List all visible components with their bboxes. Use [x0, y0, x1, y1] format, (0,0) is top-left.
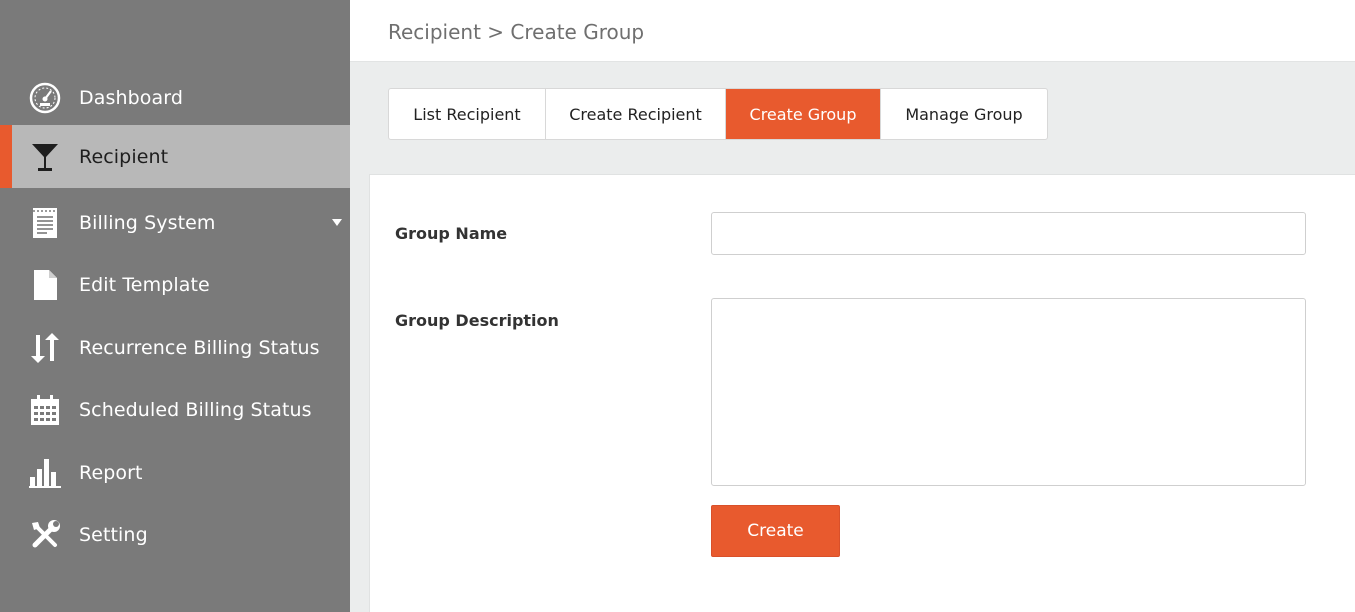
sidebar: Dashboard Recipient Billing System Edit … [0, 0, 350, 612]
tab-manage-group[interactable]: Manage Group [881, 89, 1047, 139]
group-description-label: Group Description [395, 311, 559, 330]
sidebar-item-recipient[interactable]: Recipient [0, 125, 350, 188]
sidebar-item-label: Recurrence Billing Status [79, 336, 320, 359]
group-description-textarea[interactable] [711, 298, 1306, 486]
sidebar-item-report[interactable]: Report [0, 441, 350, 504]
bar-chart-icon [28, 456, 62, 490]
cocktail-glass-icon [28, 140, 62, 174]
sort-arrows-icon [28, 331, 62, 365]
group-name-label: Group Name [395, 224, 508, 243]
group-name-input[interactable] [711, 212, 1306, 255]
sidebar-item-recurrence-billing-status[interactable]: Recurrence Billing Status [0, 316, 350, 379]
tab-bar: List Recipient Create Recipient Create G… [388, 88, 1048, 140]
sidebar-item-scheduled-billing-status[interactable]: Scheduled Billing Status [0, 378, 350, 441]
file-icon [28, 268, 62, 302]
sidebar-item-dashboard[interactable]: Dashboard [0, 66, 350, 129]
sidebar-item-label: Setting [79, 523, 148, 546]
breadcrumb: Recipient > Create Group [388, 20, 645, 44]
sidebar-item-label: Edit Template [79, 273, 210, 296]
document-lines-icon [28, 206, 62, 240]
tab-create-recipient[interactable]: Create Recipient [546, 89, 726, 139]
tab-create-group[interactable]: Create Group [726, 89, 881, 139]
sidebar-item-label: Report [79, 461, 143, 484]
sidebar-item-edit-template[interactable]: Edit Template [0, 253, 350, 316]
tools-icon [28, 518, 62, 552]
create-button[interactable]: Create [711, 505, 840, 557]
sidebar-item-label: Recipient [79, 145, 169, 168]
tab-list-recipient[interactable]: List Recipient [389, 89, 546, 139]
page-header: Recipient > Create Group [350, 0, 1355, 62]
sidebar-item-setting[interactable]: Setting [0, 503, 350, 566]
sidebar-item-label: Billing System [79, 211, 216, 234]
sidebar-item-label: Dashboard [79, 86, 183, 109]
sidebar-item-label: Scheduled Billing Status [79, 398, 312, 421]
sidebar-item-billing-system[interactable]: Billing System [0, 191, 350, 254]
dashboard-gauge-icon [28, 81, 62, 115]
chevron-down-icon[interactable] [332, 219, 342, 226]
calendar-icon [28, 393, 62, 427]
